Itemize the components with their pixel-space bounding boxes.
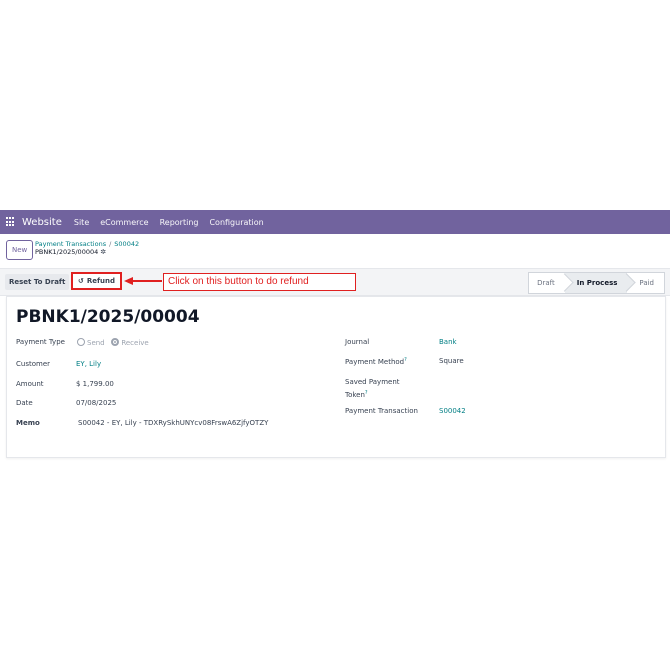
payment-type-label: Payment Type	[16, 338, 65, 346]
top-navbar: Website Site eCommerce Reporting Configu…	[0, 210, 670, 234]
journal-value[interactable]: Bank	[439, 338, 457, 346]
help-icon[interactable]: ?	[365, 390, 368, 396]
send-radio[interactable]	[77, 338, 85, 346]
refund-icon: ↺	[77, 277, 84, 285]
record-title: PBNK1/2025/00004	[16, 307, 200, 327]
gear-icon[interactable]: ✲	[100, 248, 106, 256]
date-label: Date	[16, 399, 33, 407]
app-brand[interactable]: Website	[22, 217, 62, 228]
amount-label: Amount	[16, 380, 44, 388]
customer-label: Customer	[16, 360, 51, 368]
saved-token-label-line1: Saved Payment	[345, 378, 400, 386]
stage-in-process[interactable]: In Process	[564, 272, 628, 294]
date-value: 07/08/2025	[76, 399, 117, 407]
nav-reporting[interactable]: Reporting	[160, 218, 199, 227]
nav-configuration[interactable]: Configuration	[209, 218, 263, 227]
send-radio-label[interactable]: Send	[87, 339, 105, 347]
breadcrumb-parent[interactable]: Payment Transactions	[35, 240, 106, 248]
stage-pipeline: Draft In Process Paid	[528, 272, 665, 294]
memo-label: Memo	[16, 419, 40, 427]
reset-to-draft-button[interactable]: Reset To Draft	[5, 274, 70, 290]
payment-transaction-label: Payment Transaction	[345, 407, 418, 415]
form-sheet: PBNK1/2025/00004 Payment Type Send Recei…	[6, 296, 666, 458]
journal-label: Journal	[345, 338, 370, 346]
payment-method-label: Payment Method?	[345, 357, 407, 366]
breadcrumb: Payment Transactions / S00042 PBNK1/2025/0…	[35, 240, 139, 256]
saved-payment-token-label: Saved Payment Token?	[345, 377, 400, 401]
saved-token-label-line2: Token	[345, 391, 365, 399]
annotation-arrow	[132, 280, 162, 282]
payment-type-radios: Send Receive	[77, 338, 149, 347]
nav-site[interactable]: Site	[74, 218, 89, 227]
payment-transaction-value[interactable]: S00042	[439, 407, 466, 415]
breadcrumb-child[interactable]: S00042	[114, 240, 139, 248]
control-panel: New Payment Transactions / S00042 PBNK1/20…	[0, 234, 670, 269]
refund-label: Refund	[86, 277, 116, 285]
customer-value[interactable]: EY, Lily	[76, 360, 101, 368]
status-bar: Reset To Draft ↺ Refund Click on this bu…	[0, 269, 670, 296]
breadcrumb-separator: /	[109, 240, 112, 248]
annotation-callout: Click on this button to do refund	[163, 273, 356, 291]
receive-radio[interactable]	[111, 338, 120, 346]
amount-value: $ 1,799.00	[76, 380, 114, 388]
payment-method-value: Square	[439, 357, 464, 365]
apps-grid-icon[interactable]	[6, 217, 16, 227]
nav-ecommerce[interactable]: eCommerce	[100, 218, 148, 227]
receive-radio-label[interactable]: Receive	[121, 339, 148, 347]
memo-value: S00042 - EY, Lily - TDXRySkhUNYcv08FrswA…	[78, 419, 269, 427]
refund-button[interactable]: ↺ Refund	[71, 272, 122, 290]
breadcrumb-current: PBNK1/2025/00004	[35, 248, 99, 256]
payment-method-label-text: Payment Method	[345, 358, 405, 366]
help-icon[interactable]: ?	[404, 357, 407, 363]
stage-draft[interactable]: Draft	[528, 272, 565, 294]
new-button[interactable]: New	[6, 240, 34, 260]
